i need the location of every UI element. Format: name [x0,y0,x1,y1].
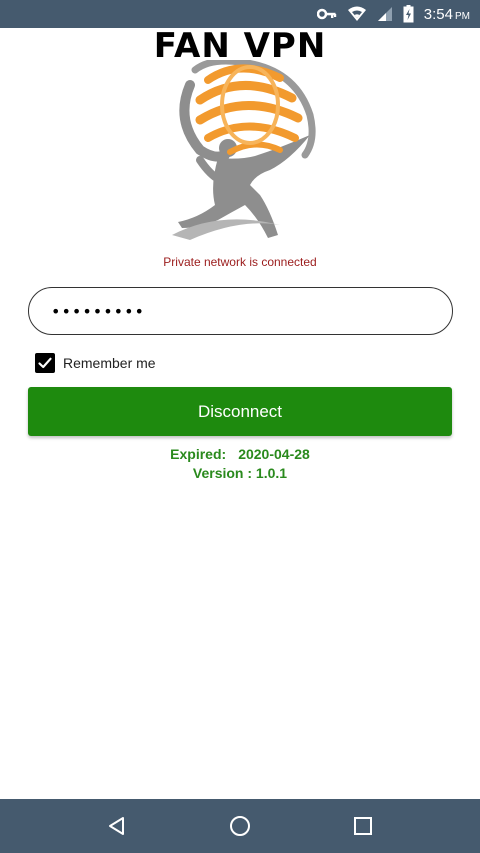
expired-date: 2020-04-28 [238,446,310,462]
version-info: Version : 1.0.1 [192,465,288,481]
remember-me-label: Remember me [63,355,156,371]
status-time: 3:54 PM [423,5,470,23]
vpn-key-icon [316,8,337,20]
password-input[interactable] [28,287,453,335]
expired-label: Expired: [170,446,227,462]
navigation-bar [0,799,480,853]
battery-charging-icon [403,5,414,23]
connection-status-message: Private network is connected [163,255,317,269]
atlas-globe-logo [160,57,320,250]
back-icon[interactable] [102,811,132,841]
checkbox-checked-icon[interactable] [35,353,55,373]
wifi-icon [347,6,367,22]
home-icon[interactable] [225,811,255,841]
status-bar: 3:54 PM [0,0,480,28]
cell-signal-icon [377,6,393,22]
recents-icon[interactable] [348,811,378,841]
expiry-info: Expired: 2020-04-28 [0,446,480,462]
remember-me-checkbox[interactable]: Remember me [35,352,156,374]
disconnect-button[interactable]: Disconnect [28,387,452,436]
